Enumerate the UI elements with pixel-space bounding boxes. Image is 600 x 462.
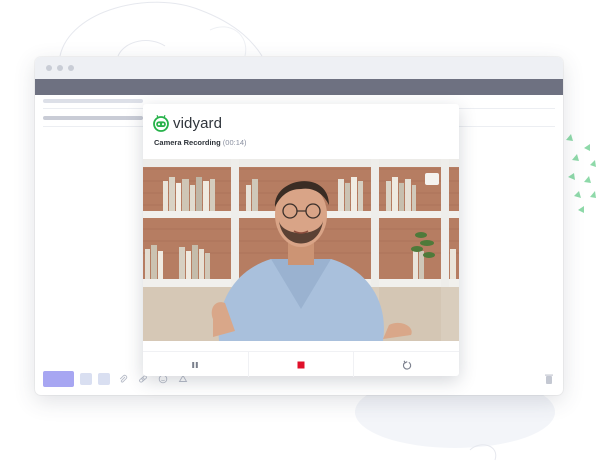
recording-timer: (00:14) xyxy=(222,138,247,147)
placeholder-line xyxy=(43,116,143,120)
window-titlebar xyxy=(35,57,563,79)
restart-button[interactable] xyxy=(354,352,459,377)
stop-button[interactable] xyxy=(249,352,355,377)
recording-status: Camera Recording (00:14) xyxy=(154,138,247,147)
window-toolbar xyxy=(35,79,563,95)
window-dot xyxy=(68,65,74,71)
vidyard-robot-icon xyxy=(153,114,169,132)
window-dot xyxy=(57,65,63,71)
camera-preview xyxy=(143,159,459,341)
window-dot xyxy=(46,65,52,71)
send-button[interactable] xyxy=(43,371,74,387)
camera-feed-image xyxy=(143,159,459,341)
placeholder-line xyxy=(43,99,143,103)
recording-controls xyxy=(143,351,459,377)
pause-button[interactable] xyxy=(143,352,249,377)
leaf-decoration xyxy=(566,134,596,213)
paperclip-icon[interactable] xyxy=(116,372,130,386)
recording-label: Camera Recording xyxy=(154,138,221,147)
vidyard-logo: vidyard xyxy=(152,114,222,132)
vidyard-recorder-panel: vidyard Camera Recording (00:14) xyxy=(143,104,459,377)
pause-icon xyxy=(192,361,199,368)
trash-icon[interactable] xyxy=(543,372,555,386)
logo-text: vidyard xyxy=(173,114,223,132)
stop-icon xyxy=(297,361,305,368)
options-button[interactable] xyxy=(98,373,110,385)
format-button[interactable] xyxy=(80,373,92,385)
restart-icon xyxy=(402,360,411,370)
